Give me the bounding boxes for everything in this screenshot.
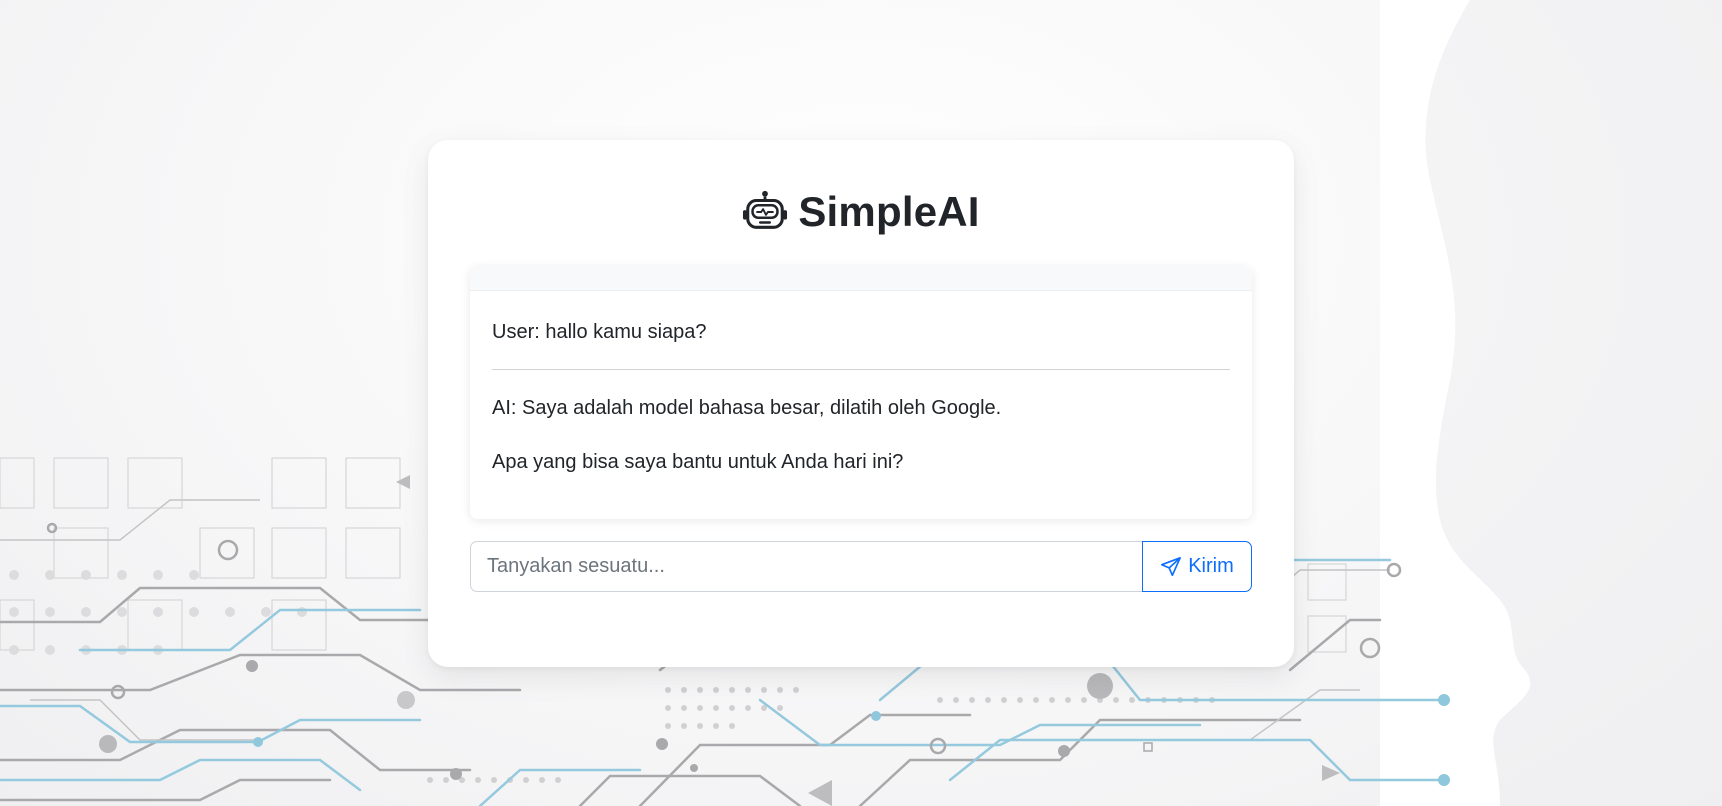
app-header: SimpleAI — [428, 186, 1294, 238]
chat-card: SimpleAI User: hallo kamu siapa? AI: Say… — [428, 140, 1294, 667]
ai-message-paragraph: AI: Saya adalah model bahasa besar, dila… — [492, 397, 1002, 419]
app-title: SimpleAI — [798, 188, 980, 235]
chat-input-group: Kirim — [470, 541, 1252, 592]
send-button[interactable]: Kirim — [1142, 541, 1252, 592]
ai-message: AI: Saya adalah model bahasa besar, dila… — [492, 370, 1230, 476]
chat-panel-header — [470, 266, 1252, 291]
message-list: User: hallo kamu siapa? AI: Saya adalah … — [470, 291, 1252, 476]
robot-icon — [743, 190, 788, 229]
chat-messages-panel: User: hallo kamu siapa? AI: Saya adalah … — [470, 266, 1252, 519]
ai-message-paragraph: Apa yang bisa saya bantu untuk Anda hari… — [492, 451, 904, 473]
send-button-label: Kirim — [1188, 555, 1234, 577]
question-input[interactable] — [470, 541, 1142, 592]
send-icon — [1161, 556, 1182, 576]
user-message: User: hallo kamu siapa? — [492, 321, 707, 343]
